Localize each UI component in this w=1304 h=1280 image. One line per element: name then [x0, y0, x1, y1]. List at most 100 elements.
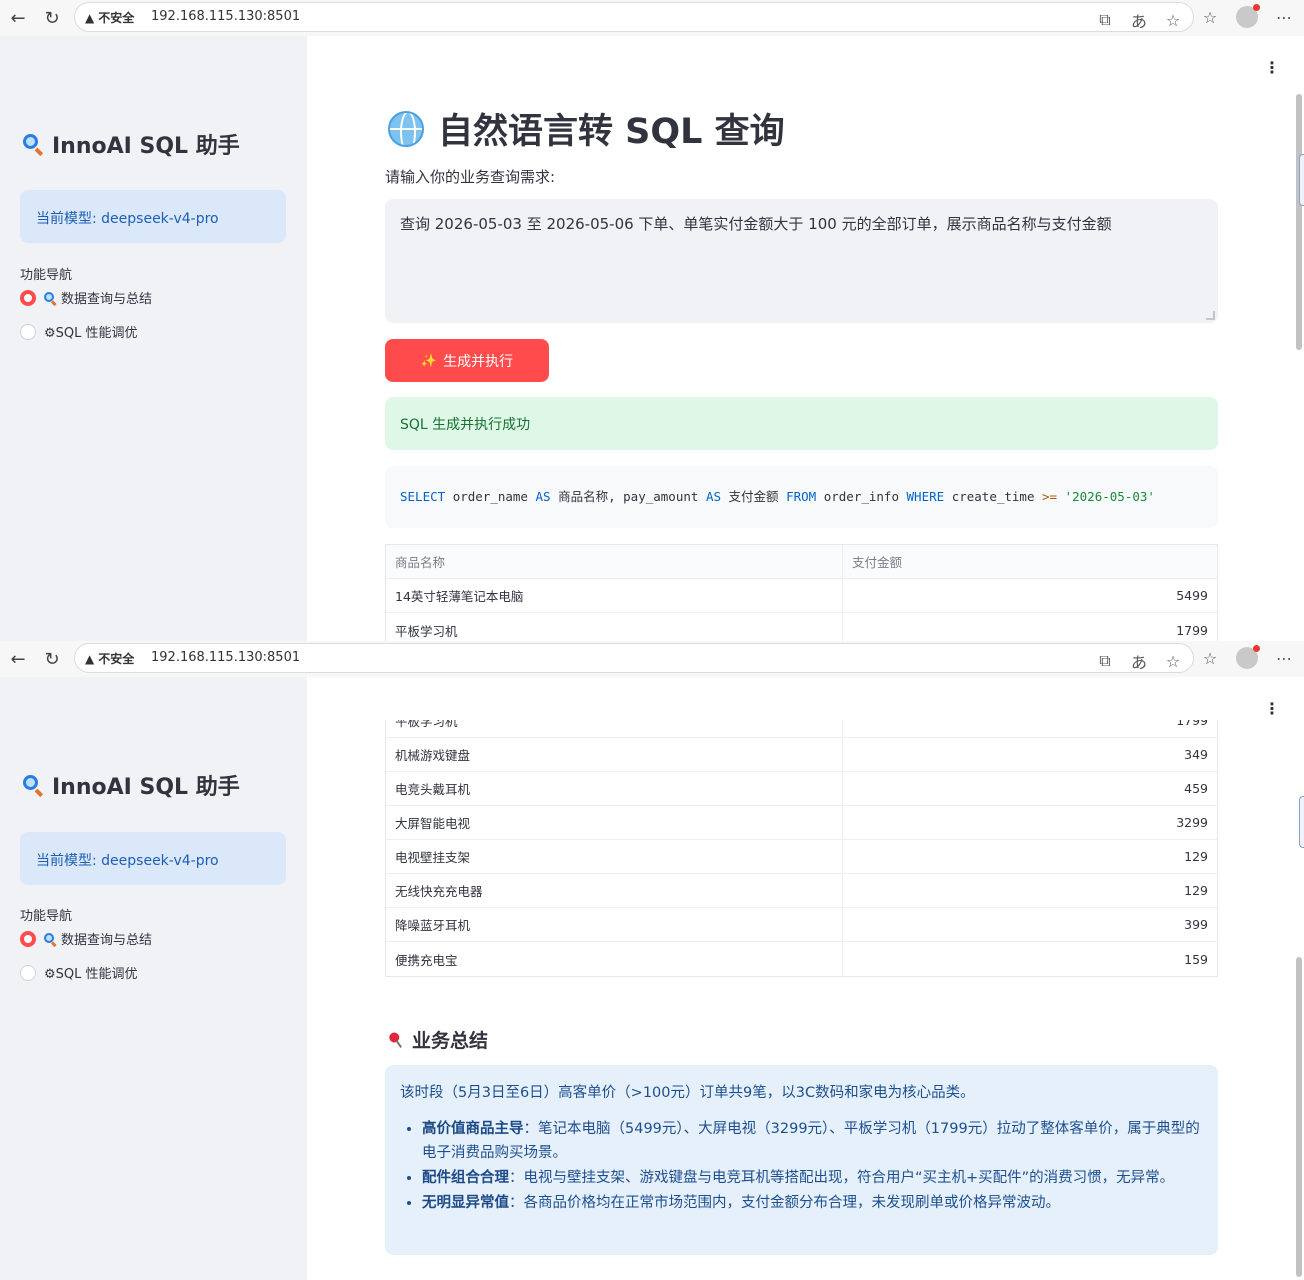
- url-text[interactable]: 192.168.115.130:8501: [151, 9, 300, 24]
- nav-heading: 功能导航: [20, 268, 73, 283]
- copilot-icon[interactable]: ⧉: [1093, 649, 1117, 673]
- url-text[interactable]: 192.168.115.130:8501: [151, 650, 300, 665]
- table-row[interactable]: 平板学习机 1799: [386, 613, 1217, 641]
- scrollbar[interactable]: [1294, 697, 1304, 1280]
- magnifier-icon: [44, 292, 57, 307]
- favorite-star-icon[interactable]: ☆: [1161, 649, 1185, 673]
- sparkle-icon: ✨: [420, 352, 438, 368]
- table-cell[interactable]: 349: [843, 738, 1217, 771]
- table-row[interactable]: 电竞头戴耳机 459: [386, 772, 1217, 806]
- magnifier-icon: [22, 774, 44, 798]
- table-row[interactable]: 便携充电宝 159: [386, 942, 1217, 976]
- column-header[interactable]: 支付金额: [843, 545, 1217, 578]
- nav-heading: 功能导航: [20, 909, 73, 924]
- table-cell[interactable]: 129: [843, 874, 1217, 907]
- favorite-star-icon[interactable]: ☆: [1161, 8, 1185, 32]
- table-header-row: 商品名称 支付金额: [386, 545, 1217, 579]
- table-cell[interactable]: 1799: [843, 613, 1217, 641]
- read-aloud-icon[interactable]: あ: [1127, 649, 1151, 673]
- table-cell[interactable]: 平板学习机: [386, 720, 843, 737]
- sidebar: InnoAI SQL 助手 当前模型: deepseek-v4-pro 功能导航…: [0, 36, 307, 641]
- list-item: 高价值商品主导：笔记本电脑（5499元）、大屏电视（3299元）、平板学习机（1…: [422, 1117, 1203, 1165]
- pushpin-icon: [385, 1028, 407, 1050]
- table-row[interactable]: 14英寸轻薄笔记本电脑 5499: [386, 579, 1217, 613]
- sql-code-block: SELECT order_name AS 商品名称, pay_amount AS…: [385, 466, 1218, 528]
- warning-triangle-icon: ▲: [85, 10, 95, 25]
- page-title: 自然语言转 SQL 查询: [388, 103, 785, 154]
- reload-icon[interactable]: ↻: [40, 6, 64, 30]
- table-row[interactable]: 平板学习机 1799: [386, 720, 1217, 738]
- table-cell[interactable]: 便携充电宝: [386, 942, 843, 976]
- favorites-list-icon[interactable]: ☆: [1198, 646, 1222, 670]
- generate-execute-button[interactable]: ✨ 生成并执行: [385, 339, 549, 382]
- resize-handle-icon[interactable]: [1206, 311, 1215, 320]
- success-alert: SQL 生成并执行成功: [385, 397, 1218, 450]
- nav-item-data-query[interactable]: 数据查询与总结: [20, 929, 152, 948]
- scroll-thumb[interactable]: [1296, 957, 1302, 1277]
- table-row[interactable]: 机械游戏键盘 349: [386, 738, 1217, 772]
- scroll-thumb[interactable]: [1296, 94, 1302, 350]
- column-header[interactable]: 商品名称: [386, 545, 843, 578]
- address-bar[interactable]: ▲ 不安全 192.168.115.130:8501 ⧉ あ ☆: [74, 2, 1194, 32]
- reload-icon[interactable]: ↻: [40, 647, 64, 671]
- result-table[interactable]: 商品名称 支付金额 14英寸轻薄笔记本电脑 5499 平板学习机 1799: [385, 544, 1218, 641]
- list-item: 配件组合合理：电视与壁挂支架、游戏键盘与电竞耳机等搭配出现，符合用户“买主机+买…: [422, 1166, 1203, 1190]
- scrollbar[interactable]: [1294, 56, 1304, 641]
- nav-item-data-query[interactable]: 数据查询与总结: [20, 288, 152, 307]
- magnifier-icon: [22, 133, 44, 157]
- nav-item-sql-tuning[interactable]: ⚙SQL 性能调优: [20, 963, 138, 982]
- table-cell[interactable]: 3299: [843, 806, 1217, 839]
- security-warning[interactable]: ▲ 不安全: [85, 9, 134, 26]
- table-cell[interactable]: 电竞头戴耳机: [386, 772, 843, 805]
- browser-window-top: ← ↻ ▲ 不安全 192.168.115.130:8501 ⧉ あ ☆ ☆ ⋯ …: [0, 0, 1304, 641]
- table-cell[interactable]: 459: [843, 772, 1217, 805]
- address-bar[interactable]: ▲ 不安全 192.168.115.130:8501 ⧉ あ ☆: [74, 643, 1194, 673]
- radio-selected[interactable]: [20, 930, 36, 947]
- nav-item-sql-tuning[interactable]: ⚙SQL 性能调优: [20, 322, 138, 341]
- radio-selected[interactable]: [20, 289, 36, 306]
- browser-window-bottom: ← ↻ ▲ 不安全 192.168.115.130:8501 ⧉ あ ☆ ☆ ⋯ …: [0, 641, 1304, 1280]
- main-menu-icon[interactable]: ⋮: [1264, 58, 1280, 77]
- result-table[interactable]: 平板学习机 1799 机械游戏键盘 349 电竞头戴耳机 459 大屏智能电视 …: [385, 720, 1218, 977]
- app-title: InnoAI SQL 助手: [22, 128, 240, 160]
- back-icon[interactable]: ←: [6, 647, 30, 671]
- table-cell[interactable]: 无线快充充电器: [386, 874, 843, 907]
- profile-avatar[interactable]: [1236, 4, 1260, 28]
- favorites-list-icon[interactable]: ☆: [1198, 5, 1222, 29]
- table-cell[interactable]: 大屏智能电视: [386, 806, 843, 839]
- table-row[interactable]: 降噪蓝牙耳机 399: [386, 908, 1217, 942]
- more-menu-icon[interactable]: ⋯: [1272, 646, 1296, 670]
- table-cell[interactable]: 129: [843, 840, 1217, 873]
- table-cell[interactable]: 1799: [843, 720, 1217, 737]
- summary-info-box: 该时段（5月3日至6日）高客单价（>100元）订单共9笔，以3C数码和家电为核心…: [385, 1065, 1218, 1255]
- more-menu-icon[interactable]: ⋯: [1272, 5, 1296, 29]
- table-cell[interactable]: 平板学习机: [386, 613, 843, 641]
- current-model-box: 当前模型: deepseek-v4-pro: [20, 832, 286, 885]
- globe-icon: [388, 110, 424, 147]
- query-textarea[interactable]: 查询 2026-05-03 至 2026-05-06 下单、单笔实付金额大于 1…: [385, 199, 1218, 323]
- table-cell[interactable]: 电视壁挂支架: [386, 840, 843, 873]
- table-cell[interactable]: 机械游戏键盘: [386, 738, 843, 771]
- table-cell[interactable]: 5499: [843, 579, 1217, 612]
- warning-triangle-icon: ▲: [85, 651, 95, 666]
- table-row[interactable]: 电视壁挂支架 129: [386, 840, 1217, 874]
- copilot-icon[interactable]: ⧉: [1093, 8, 1117, 32]
- browser-toolbar: ← ↻ ▲ 不安全 192.168.115.130:8501 ⧉ あ ☆ ☆ ⋯: [0, 0, 1304, 36]
- radio-unselected[interactable]: [20, 964, 36, 981]
- profile-avatar[interactable]: [1236, 645, 1260, 669]
- sidebar: InnoAI SQL 助手 当前模型: deepseek-v4-pro 功能导航…: [0, 677, 307, 1280]
- summary-intro: 该时段（5月3日至6日）高客单价（>100元）订单共9笔，以3C数码和家电为核心…: [400, 1085, 975, 1101]
- table-row[interactable]: 大屏智能电视 3299: [386, 806, 1217, 840]
- read-aloud-icon[interactable]: あ: [1127, 8, 1151, 32]
- table-cell[interactable]: 14英寸轻薄笔记本电脑: [386, 579, 843, 612]
- edge-sidebar-tab[interactable]: [1299, 154, 1304, 206]
- table-row[interactable]: 无线快充充电器 129: [386, 874, 1217, 908]
- table-cell[interactable]: 降噪蓝牙耳机: [386, 908, 843, 941]
- table-cell[interactable]: 159: [843, 942, 1217, 976]
- table-cell[interactable]: 399: [843, 908, 1217, 941]
- security-warning[interactable]: ▲ 不安全: [85, 650, 134, 667]
- back-icon[interactable]: ←: [6, 6, 30, 30]
- radio-unselected[interactable]: [20, 323, 36, 340]
- edge-sidebar-tab[interactable]: [1299, 796, 1304, 848]
- main-menu-icon[interactable]: ⋮: [1264, 699, 1280, 718]
